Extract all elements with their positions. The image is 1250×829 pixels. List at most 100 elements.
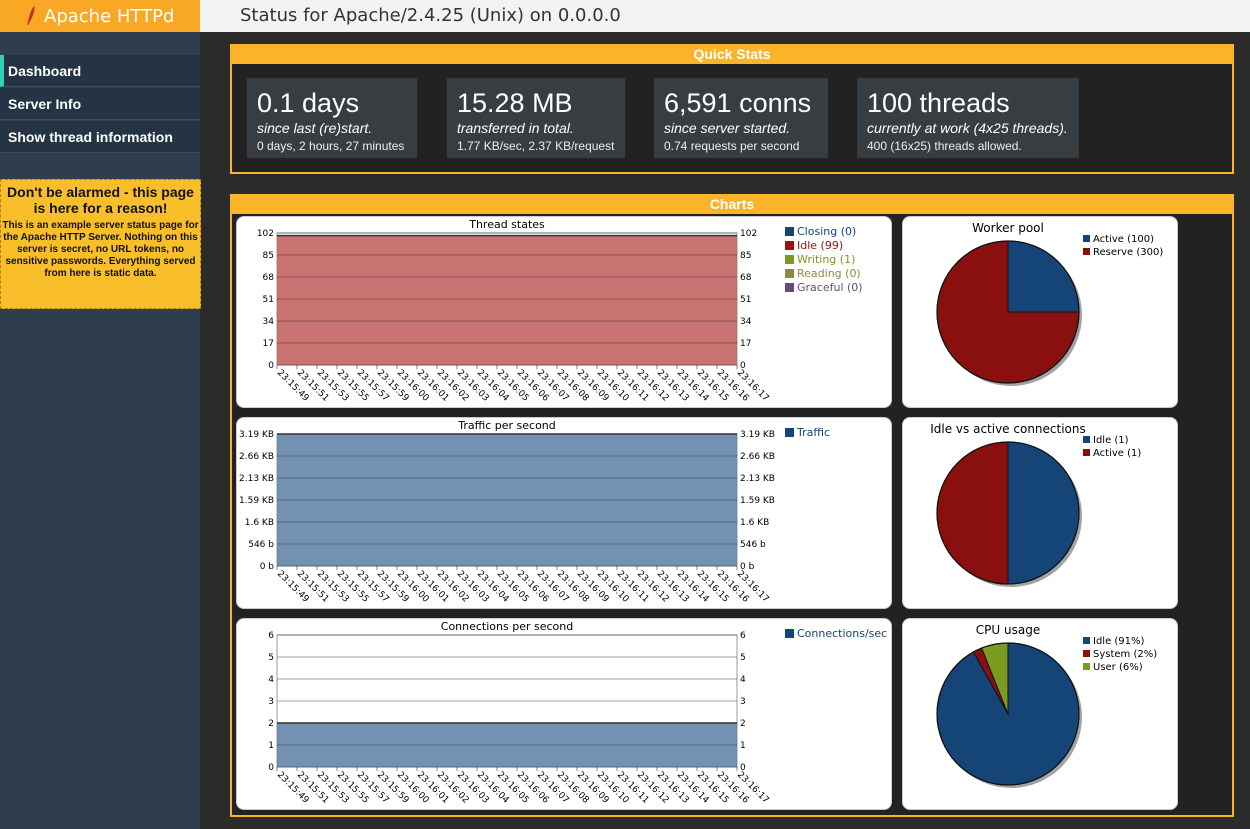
y-tick-label: 102 [257,229,274,239]
chart-title: Worker pool [972,221,1044,235]
legend-swatch [785,283,794,292]
y-tick-label: 0 b [260,562,275,572]
stat-value: 6,591 conns [664,88,812,118]
chart-title: Thread states [468,218,545,231]
legend-label: User (6%) [1093,662,1143,673]
y-tick-label-right: 102 [740,229,757,239]
charts-panel: Charts Thread states 0 0 17 17 34 34 51 51 68 68 85… [230,194,1234,817]
y-tick-label: 2.13 KB [239,474,274,484]
legend-swatch [1083,663,1090,670]
chart-title: Connections per second [441,620,573,633]
legend-label: Active (100) [1093,234,1154,245]
quick-stats-title: Quick Stats [232,46,1232,64]
sidebar-item-thread-info[interactable]: Show thread information [0,121,200,153]
sidebar: Dashboard Server Info Show thread inform… [0,32,201,829]
legend-swatch [785,241,794,250]
legend-swatch [785,629,794,638]
stat-threads: 100 threads currently at work (4x25 thre… [857,78,1079,158]
legend-swatch [1083,637,1090,644]
notice-box: Don't be alarmed - this page is here for… [0,179,201,309]
brand-logo[interactable]: Apache HTTPd [0,0,200,32]
y-tick-label-right: 34 [740,317,752,327]
stat-detail: 0.74 requests per second [664,139,800,153]
sidebar-item-label: Server Info [8,95,82,112]
stat-value: 100 threads [867,88,1010,118]
y-tick-label: 2 [268,719,274,729]
y-tick-label-right: 68 [740,273,752,283]
y-tick-label-right: 2.13 KB [740,474,775,484]
stat-caption: since server started. [664,120,791,136]
y-tick-label: 2.66 KB [239,452,274,462]
pie-slice [1007,240,1080,313]
chart-card-worker-pool: Worker pool Active (100) Reserve (300) [902,216,1178,408]
y-tick-label-right: 5 [740,653,746,663]
pie-slice [936,441,1009,585]
legend-label: Connections/sec [797,627,887,640]
legend-label: Writing (1) [797,253,855,266]
chart-connections: Connections per second0 01 12 23 34 45 56 623:1… [268,620,887,806]
y-tick-label-right: 2 [740,719,746,729]
chart-card-traffic: Traffic per second 0 b0 b 546 b 546 b 1.6 KB… [236,417,892,609]
legend-swatch [785,227,794,236]
y-tick-label: 17 [263,339,274,349]
y-tick-label-right: 6 [740,631,746,641]
chart-title: CPU usage [976,623,1040,637]
y-tick-label-right: 3.19 KB [740,430,775,440]
y-tick-label-right: 17 [740,339,751,349]
stat-value: 15.28 MB [457,88,573,118]
legend-label: System (2%) [1093,649,1157,660]
y-tick-label-right: 3 [740,697,746,707]
notice-title: Don't be alarmed - this page is here for… [7,184,194,216]
sidebar-item-server-info[interactable]: Server Info [0,88,200,120]
stat-connections: 6,591 conns since server started. 0.74 r… [654,78,828,158]
y-tick-label-right: 2.66 KB [740,452,775,462]
y-tick-label: 1 [268,741,274,751]
stat-value: 0.1 days [257,88,360,118]
stat-caption: since last (re)start. [257,120,373,136]
y-tick-label: 4 [268,675,274,685]
y-tick-label-right: 51 [740,295,751,305]
legend-swatch [785,269,794,278]
legend-swatch [1083,650,1090,657]
y-tick-label-right: 1 [740,741,746,751]
notice-body: This is an example server status page fo… [2,220,199,279]
legend-label: Idle (99) [797,239,843,252]
y-tick-label-right: 546 b [740,540,766,550]
y-tick-label: 51 [263,295,274,305]
sidebar-item-dashboard[interactable]: Dashboard [0,55,200,87]
legend-label: Traffic [796,426,830,439]
y-tick-label: 546 b [248,540,274,550]
quick-stats-panel: Quick Stats 0.1 days since last (re)star… [230,44,1234,174]
pie-slice [1007,441,1080,585]
legend-label: Reading (0) [797,267,861,280]
legend-label: Active (1) [1093,448,1141,459]
chart-card-thread-states: Thread states 0 0 17 17 34 34 51 51 68 68 85 85 102 10… [236,216,892,408]
chart-card-connections-pie: Idle vs active connections Idle (1) Active… [902,417,1178,609]
sidebar-item-label: Show thread information [8,128,173,145]
legend-swatch [1083,235,1090,242]
sidebar-item-label: Dashboard [8,62,82,79]
y-tick-label: 1.6 KB [245,518,274,528]
chart-card-cpu: CPU usage Idle (91%) System (2%) User (6%) [902,618,1178,810]
legend-swatch [785,255,794,264]
legend-swatch [785,428,794,437]
y-tick-label: 85 [263,251,274,261]
brand-name: Apache HTTPd [44,5,175,27]
legend-label: Closing (0) [797,225,856,238]
y-tick-label-right: 1.59 KB [740,496,775,506]
chart-worker-pool: Worker pool Active (100) Reserve (300) [936,221,1163,386]
page-title: Status for Apache/2.4.25 (Unix) on 0.0.0… [240,5,621,26]
chart-title: Traffic per second [457,419,556,432]
y-tick-label-right: 85 [740,251,751,261]
chart-card-connections: Connections per second 0 0 1 1 2 2 3 3 4 4 5 5 6 6 23:1… [236,618,892,810]
legend-swatch [1083,436,1090,443]
y-tick-label: 0 [268,361,274,371]
y-tick-label: 0 [268,763,274,773]
stat-caption: currently at work (4x25 threads). [867,120,1068,136]
chart-cpu-usage: CPU usage Idle (91%) System (2%) User (6%) [936,623,1157,788]
legend-label: Idle (1) [1093,435,1129,446]
legend-swatch [1083,248,1090,255]
y-tick-label: 68 [263,273,275,283]
stat-detail: 0 days, 2 hours, 27 minutes [257,139,405,153]
chart-title: Idle vs active connections [930,422,1086,436]
